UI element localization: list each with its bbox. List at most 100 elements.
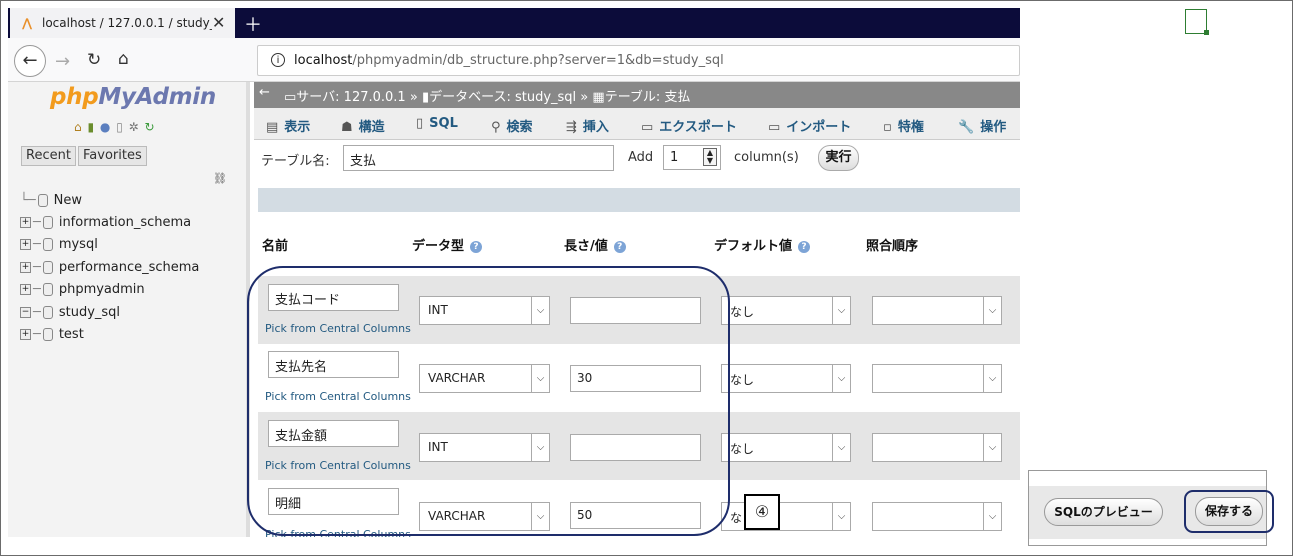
tab-sql[interactable]: ▯ SQL bbox=[416, 116, 458, 131]
expand-icon[interactable]: + bbox=[20, 217, 31, 228]
expand-icon[interactable]: + bbox=[20, 262, 31, 273]
header-length: 長さ/値? bbox=[564, 235, 626, 254]
reload-icon[interactable]: ↻ bbox=[87, 50, 101, 70]
table-name-label: テーブル名: bbox=[261, 154, 330, 169]
settings-icon[interactable]: ✲ bbox=[129, 120, 140, 134]
database-icon bbox=[42, 261, 53, 274]
refresh-icon[interactable]: ↻ bbox=[145, 120, 156, 134]
import-icon: ▭ bbox=[768, 120, 781, 135]
default-select[interactable]: なし ⌵ bbox=[721, 433, 851, 462]
insert-icon: ⇶ bbox=[566, 120, 577, 135]
home-icon[interactable]: ⌂ bbox=[118, 49, 129, 69]
docs-icon[interactable]: ▯ bbox=[116, 120, 124, 134]
sql-icon: ▯ bbox=[416, 116, 424, 131]
forward-button[interactable]: → bbox=[55, 51, 70, 72]
tree-item-mysql[interactable]: + ─ mysql bbox=[20, 237, 98, 252]
chevron-down-icon: ⌵ bbox=[983, 297, 1001, 324]
privileges-icon: ▫ bbox=[883, 120, 892, 135]
favorites-button[interactable]: Favorites bbox=[78, 146, 147, 166]
database-icon bbox=[42, 328, 53, 341]
tree-item-study-sql[interactable]: − ─ study_sql bbox=[20, 305, 120, 320]
chevron-down-icon: ⌵ bbox=[832, 297, 850, 324]
database-icon bbox=[42, 238, 53, 251]
header-default: デフォルト値? bbox=[714, 235, 811, 254]
header-name: 名前 bbox=[262, 239, 289, 254]
back-button[interactable]: ← bbox=[14, 45, 46, 77]
table-name-input[interactable]: 支払 bbox=[343, 145, 614, 171]
help-icon[interactable]: ? bbox=[613, 240, 626, 253]
tab-import[interactable]: ▭ インポート bbox=[768, 116, 851, 135]
home-icon[interactable]: ⌂ bbox=[74, 120, 83, 134]
help-icon[interactable]: ● bbox=[100, 120, 111, 134]
breadcrumb-separator: » bbox=[580, 90, 593, 105]
url-text[interactable]: localhost/phpmyadmin/db_structure.php?se… bbox=[294, 53, 724, 68]
database-icon bbox=[42, 283, 53, 296]
tab-privileges[interactable]: ▫ 特権 bbox=[883, 116, 924, 135]
breadcrumb-server[interactable]: サーバ: 127.0.0.1 bbox=[296, 90, 405, 105]
collapse-icon[interactable]: − bbox=[20, 307, 31, 318]
header-collation: 照合順序 bbox=[866, 239, 919, 254]
link-icon[interactable]: ⛓ bbox=[213, 172, 227, 185]
new-db-icon bbox=[37, 194, 48, 207]
phpmyadmin-logo[interactable]: phpMyAdmin bbox=[50, 84, 216, 110]
database-icon bbox=[42, 306, 53, 319]
breadcrumb-database[interactable]: データベース: study_sql bbox=[429, 90, 576, 105]
breadcrumb: ▭サーバ: 127.0.0.1 » ▮データベース: study_sql » ▦… bbox=[284, 86, 690, 105]
database-icon bbox=[42, 216, 53, 229]
spinner-icon[interactable]: ▲ ▼ bbox=[703, 148, 717, 166]
table-icon: ▦ bbox=[592, 90, 605, 105]
logout-icon[interactable]: ▮ bbox=[87, 120, 95, 134]
default-select[interactable]: なし ⌵ bbox=[721, 364, 851, 393]
default-select[interactable]: なし ⌵ bbox=[721, 296, 851, 325]
breadcrumb-separator: » bbox=[409, 90, 422, 105]
search-icon: ⚲ bbox=[491, 120, 501, 135]
tab-insert[interactable]: ⇶ 挿入 bbox=[566, 116, 609, 135]
tab-search[interactable]: ⚲ 検索 bbox=[491, 116, 533, 135]
collation-select[interactable]: ⌵ bbox=[872, 433, 1002, 462]
close-tab-icon[interactable]: ✕ bbox=[212, 13, 225, 32]
tab-structure[interactable]: ☗ 構造 bbox=[341, 116, 385, 135]
browse-icon: ▤ bbox=[266, 120, 279, 135]
chevron-down-icon: ⌵ bbox=[832, 434, 850, 461]
recent-button[interactable]: Recent bbox=[21, 146, 76, 166]
breadcrumb-table[interactable]: テーブル: 支払 bbox=[605, 90, 691, 105]
export-icon: ▭ bbox=[641, 120, 654, 135]
server-icon: ▭ bbox=[284, 90, 297, 105]
pma-favicon-icon: ⋀ bbox=[22, 16, 33, 30]
sql-preview-button[interactable]: SQLのプレビュー bbox=[1044, 498, 1163, 526]
add-label: Add bbox=[628, 150, 654, 165]
step-marker: ④ bbox=[744, 494, 780, 530]
tree-item-phpmyadmin[interactable]: + ─ phpmyadmin bbox=[20, 282, 145, 297]
go-button[interactable]: 実行 bbox=[818, 145, 859, 171]
tab-browse[interactable]: ▤ 表示 bbox=[266, 116, 310, 135]
new-tab-icon[interactable]: ＋ bbox=[244, 11, 262, 37]
save-highlight-outline bbox=[1184, 490, 1274, 533]
tree-item-information-schema[interactable]: + ─ information_schema bbox=[20, 215, 191, 230]
tab-title: localhost / 127.0.0.1 / study_sql bbox=[42, 16, 212, 30]
tab-export[interactable]: ▭ エクスポート bbox=[641, 116, 737, 135]
nav-quick-icons[interactable]: ⌂ ▮ ● ▯ ✲ ↻ bbox=[74, 120, 156, 134]
table-header-bar bbox=[258, 188, 1020, 212]
tab-operations[interactable]: 🔧 操作 bbox=[958, 116, 1006, 135]
expand-icon[interactable]: + bbox=[20, 329, 31, 340]
expand-icon[interactable]: + bbox=[20, 239, 31, 250]
page-icon-handle bbox=[1204, 30, 1209, 35]
chevron-down-icon: ⌵ bbox=[983, 503, 1001, 530]
chevron-down-icon: ⌵ bbox=[832, 503, 850, 530]
tree-item-test[interactable]: + ─ test bbox=[20, 327, 84, 342]
collation-select[interactable]: ⌵ bbox=[872, 364, 1002, 393]
help-icon[interactable]: ? bbox=[470, 240, 483, 253]
collapse-panel-icon[interactable]: ← bbox=[259, 85, 270, 100]
highlight-outline bbox=[247, 266, 730, 536]
expand-icon[interactable]: + bbox=[20, 284, 31, 295]
chevron-down-icon: ⌵ bbox=[983, 434, 1001, 461]
info-icon[interactable]: i bbox=[271, 53, 285, 67]
tree-item-performance-schema[interactable]: + ─ performance_schema bbox=[20, 260, 199, 275]
chevron-down-icon: ⌵ bbox=[983, 365, 1001, 392]
collation-select[interactable]: ⌵ bbox=[872, 502, 1002, 531]
tree-item-new[interactable]: └─ New bbox=[20, 193, 82, 208]
help-icon[interactable]: ? bbox=[798, 240, 811, 253]
default-select[interactable]: な ⌵ bbox=[721, 502, 851, 531]
collation-select[interactable]: ⌵ bbox=[872, 296, 1002, 325]
chevron-down-icon: ⌵ bbox=[832, 365, 850, 392]
